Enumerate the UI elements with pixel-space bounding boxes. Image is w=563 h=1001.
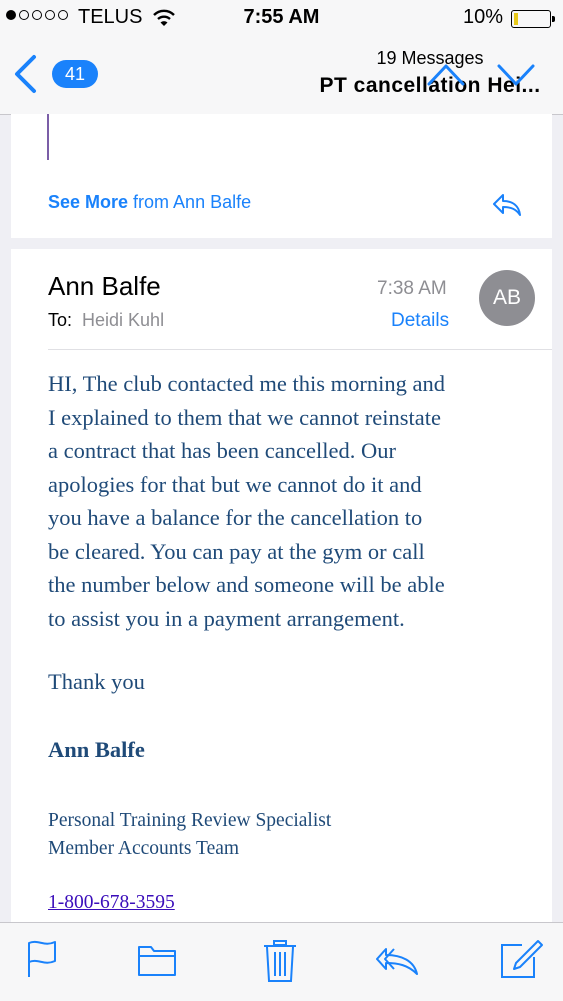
chevron-left-icon [12,54,38,99]
avatar: AB [479,270,535,326]
body-line: HI, The club contacted me this morning a… [48,371,445,396]
navigation-bar: 41 19 Messages PT cancellation Hei... [0,38,563,115]
quote-bar [47,114,49,160]
signature-role: Personal Training Review Specialist Memb… [48,807,331,863]
back-button[interactable]: 41 [8,52,98,96]
bottom-toolbar [0,922,563,1001]
body-line: be cleared. You can pay at the gym or ca… [48,538,425,564]
unread-count-badge: 41 [52,60,98,88]
to-label: To: [48,310,73,330]
recipient-line: To: Heidi Kuhl [48,310,164,331]
status-bar: TELUS 7:55 AM 10% [0,0,563,38]
signature-team: Member Accounts Team [48,838,240,859]
chevron-down-icon[interactable] [496,58,536,97]
reply-icon[interactable] [491,192,523,223]
recipient-name[interactable]: Heidi Kuhl [82,310,164,330]
sender-name: Ann Balfe [48,271,161,301]
body-line: a contract that has been cancelled. Our [48,438,396,463]
divider [48,349,552,350]
compose-icon[interactable] [498,939,544,986]
message-card: Ann Balfe To: Heidi Kuhl 7:38 AM Details … [11,249,552,929]
body-line: apologies for that but we cannot do it a… [48,471,422,497]
body-line: to assist you in a payment arrangement. [48,605,405,631]
details-button[interactable]: Details [391,310,449,332]
battery-icon [511,10,555,28]
see-more-sender: from Ann Balfe [128,192,252,212]
closing-text: Thank you [48,669,145,694]
message-time: 7:38 AM [377,278,447,299]
see-more-label: See More [48,192,129,212]
folder-icon[interactable] [137,939,177,984]
phone-link[interactable]: 1-800-678-3595 [48,892,175,914]
trash-icon[interactable] [262,939,298,988]
reply-icon[interactable] [374,945,420,982]
body-line: the number below and someone will be abl… [48,572,445,597]
battery-percent: 10% [462,6,503,28]
body-line: you have a balance for the cancellation … [48,505,423,530]
signature-name: Ann Balfe [48,737,145,762]
signature-title: Personal Training Review Specialist [48,810,332,831]
flag-icon[interactable] [26,939,58,984]
previous-message-card: See More from Ann Balfe [11,114,552,238]
message-body: HI, The club contacted me this morning a… [48,367,528,635]
body-line: I explained to them that we cannot reins… [48,404,441,430]
see-more-link[interactable]: See More from Ann Balfe [48,192,251,213]
chevron-up-icon[interactable] [426,58,466,97]
